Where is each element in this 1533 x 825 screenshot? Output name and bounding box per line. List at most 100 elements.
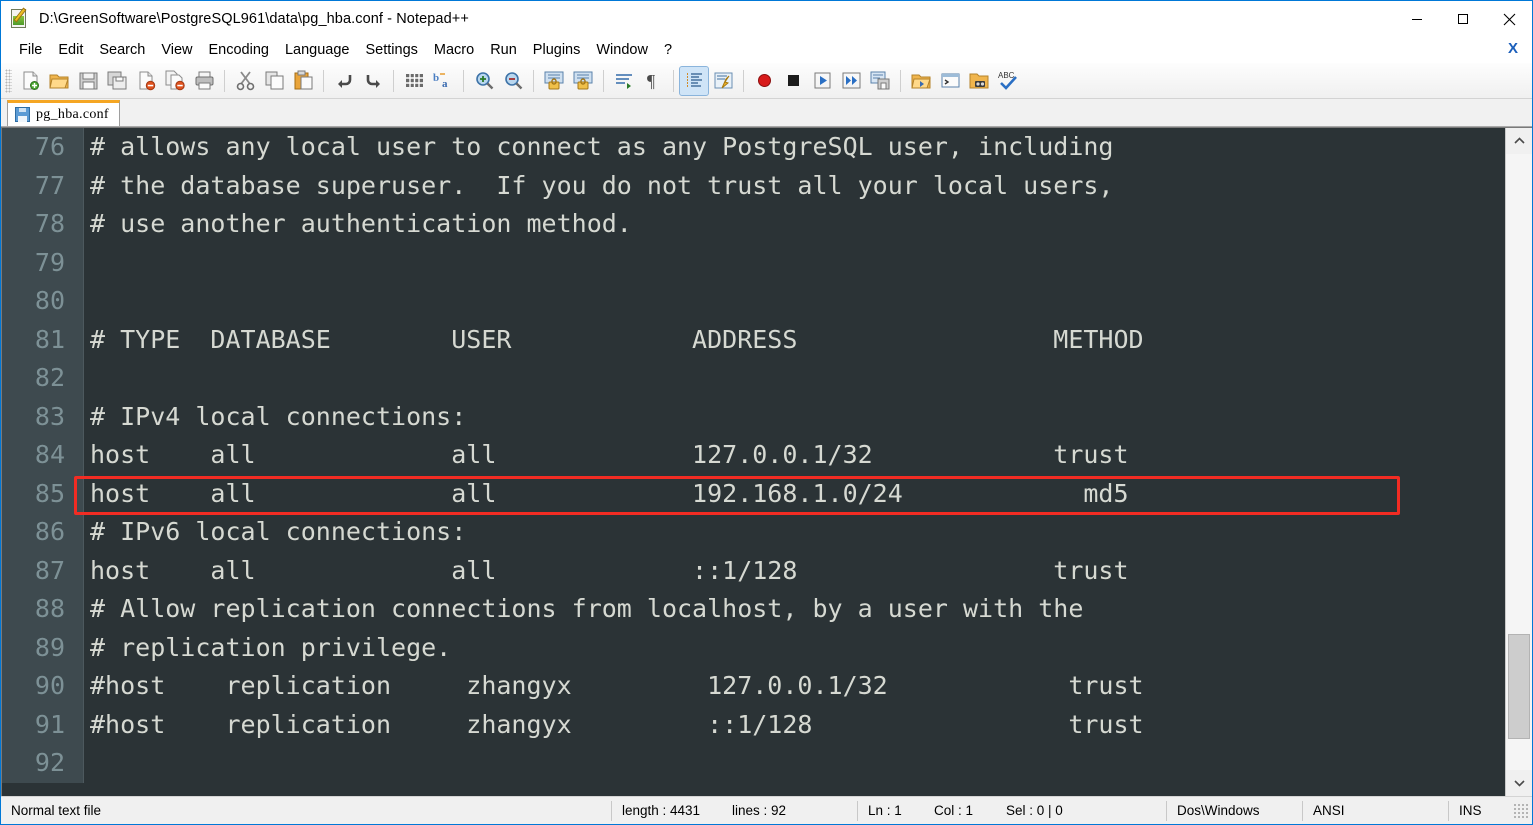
print-icon[interactable] <box>190 67 218 95</box>
vertical-scrollbar[interactable] <box>1505 128 1532 796</box>
svg-text:ABC: ABC <box>998 71 1015 80</box>
fold-margin[interactable] <box>74 744 84 783</box>
word-wrap-icon[interactable] <box>610 67 638 95</box>
new-file-icon[interactable] <box>16 67 44 95</box>
menu-item-window[interactable]: Window <box>588 40 656 60</box>
fold-margin[interactable] <box>74 667 84 706</box>
status-length: length : 4431 <box>622 803 701 818</box>
zoom-out-icon[interactable] <box>499 67 527 95</box>
fold-margin[interactable] <box>74 359 84 398</box>
menu-item-edit[interactable]: Edit <box>50 40 91 60</box>
show-indent-guide-icon[interactable] <box>679 65 709 96</box>
save-macro-icon[interactable] <box>866 67 894 95</box>
minimize-button[interactable] <box>1394 1 1440 37</box>
menu-item-view[interactable]: View <box>153 40 200 60</box>
code-line[interactable]: 83 # IPv4 local connections: <box>2 397 1505 436</box>
close-document-button[interactable]: X <box>1508 40 1518 57</box>
code-line[interactable]: 88 # Allow replication connections from l… <box>2 590 1505 629</box>
code-line[interactable]: 86 # IPv6 local connections: <box>2 513 1505 552</box>
svg-text:a: a <box>442 78 448 90</box>
launch-console-icon[interactable] <box>936 67 964 95</box>
code-line[interactable]: 89 # replication privilege. <box>2 628 1505 667</box>
code-line[interactable]: 80 <box>2 282 1505 321</box>
toolbar-grip[interactable] <box>5 68 12 93</box>
sync-horizontal-scroll-icon[interactable] <box>569 67 597 95</box>
stop-record-macro-icon[interactable] <box>779 67 807 95</box>
close-button[interactable] <box>1486 1 1532 37</box>
fold-margin[interactable] <box>74 205 84 244</box>
cut-icon[interactable] <box>231 67 259 95</box>
paste-icon[interactable] <box>289 67 317 95</box>
copy-icon[interactable] <box>260 67 288 95</box>
open-folder-as-workspace-icon[interactable] <box>965 67 993 95</box>
redo-icon[interactable] <box>359 67 387 95</box>
fold-margin[interactable] <box>74 513 84 552</box>
fold-margin[interactable] <box>74 320 84 359</box>
sync-vertical-scroll-icon[interactable] <box>540 67 568 95</box>
code-line-text: #host replication zhangyx 127.0.0.1/32 t… <box>90 671 1144 700</box>
fold-margin[interactable] <box>74 628 84 667</box>
scroll-down-button[interactable] <box>1506 770 1532 796</box>
open-file-icon[interactable] <box>45 67 73 95</box>
menu-item-settings[interactable]: Settings <box>357 40 425 60</box>
run-icon[interactable] <box>907 67 935 95</box>
code-line[interactable]: 77 # the database superuser. If you do no… <box>2 166 1505 205</box>
maximize-button[interactable] <box>1440 1 1486 37</box>
menu-item-file[interactable]: File <box>11 40 50 60</box>
fold-margin[interactable] <box>74 243 84 282</box>
menu-item-plugins[interactable]: Plugins <box>525 40 589 60</box>
fold-margin[interactable] <box>74 705 84 744</box>
code-line[interactable]: 90 #host replication zhangyx 127.0.0.1/32… <box>2 667 1505 706</box>
scrollbar-track[interactable] <box>1506 154 1532 770</box>
menu-item-encoding[interactable]: Encoding <box>201 40 277 60</box>
menu-item-run[interactable]: Run <box>482 40 525 60</box>
replace-icon[interactable]: b a <box>429 67 457 95</box>
user-defined-language-icon[interactable] <box>709 67 737 95</box>
fold-margin[interactable] <box>74 474 84 513</box>
menu-item-help[interactable]: ? <box>656 40 680 60</box>
resize-grip[interactable] <box>1513 802 1529 819</box>
scrollbar-thumb[interactable] <box>1508 634 1530 739</box>
code-line[interactable]: 84 host all all 127.0.0.1/32 trust <box>2 436 1505 475</box>
code-line[interactable]: 78 # use another authentication method. <box>2 205 1505 244</box>
close-file-icon[interactable] <box>132 67 160 95</box>
menu-item-search[interactable]: Search <box>91 40 153 60</box>
fold-margin[interactable] <box>74 590 84 629</box>
code-line[interactable]: 79 <box>2 243 1505 282</box>
tab-pg-hba-conf[interactable]: pg_hba.conf <box>7 100 120 126</box>
fold-margin[interactable] <box>74 551 84 590</box>
save-icon[interactable] <box>74 67 102 95</box>
code-line[interactable]: 76 # allows any local user to connect as … <box>2 128 1505 167</box>
code-line[interactable]: 85 host all all 192.168.1.0/24 md5 <box>2 474 1505 513</box>
undo-icon[interactable] <box>330 67 358 95</box>
code-line[interactable]: 91 #host replication zhangyx ::1/128 trus… <box>2 705 1505 744</box>
fold-margin[interactable] <box>74 282 84 321</box>
code-line[interactable]: 81 # TYPE DATABASE USER ADDRESS METHOD <box>2 320 1505 359</box>
menu-bar: File Edit Search View Encoding Language … <box>1 37 1532 63</box>
line-number: 87 <box>2 551 74 590</box>
fold-margin[interactable] <box>74 397 84 436</box>
toolbar-separator <box>673 69 674 92</box>
show-all-characters-icon[interactable]: ¶ <box>639 67 667 95</box>
zoom-in-icon[interactable] <box>470 67 498 95</box>
code-line[interactable]: 87 host all all ::1/128 trust <box>2 551 1505 590</box>
find-icon[interactable] <box>400 67 428 95</box>
menu-item-macro[interactable]: Macro <box>426 40 482 60</box>
play-macro-icon[interactable] <box>808 67 836 95</box>
run-macro-multiple-icon[interactable] <box>837 67 865 95</box>
spell-check-icon[interactable]: ABC <box>994 67 1022 95</box>
code-view[interactable]: 76 # allows any local user to connect as … <box>2 128 1505 796</box>
fold-margin[interactable] <box>74 128 84 167</box>
code-line-text: host all all 127.0.0.1/32 trust <box>90 440 1129 469</box>
fold-margin[interactable] <box>74 436 84 475</box>
start-record-macro-icon[interactable] <box>750 67 778 95</box>
code-line[interactable]: 82 <box>2 359 1505 398</box>
save-all-icon[interactable] <box>103 67 131 95</box>
close-all-files-icon[interactable] <box>161 67 189 95</box>
menu-item-language[interactable]: Language <box>277 40 358 60</box>
line-number: 91 <box>2 705 74 744</box>
code-line[interactable]: 92 <box>2 744 1505 783</box>
fold-margin[interactable] <box>74 166 84 205</box>
line-number: 86 <box>2 513 74 552</box>
scroll-up-button[interactable] <box>1506 128 1532 154</box>
